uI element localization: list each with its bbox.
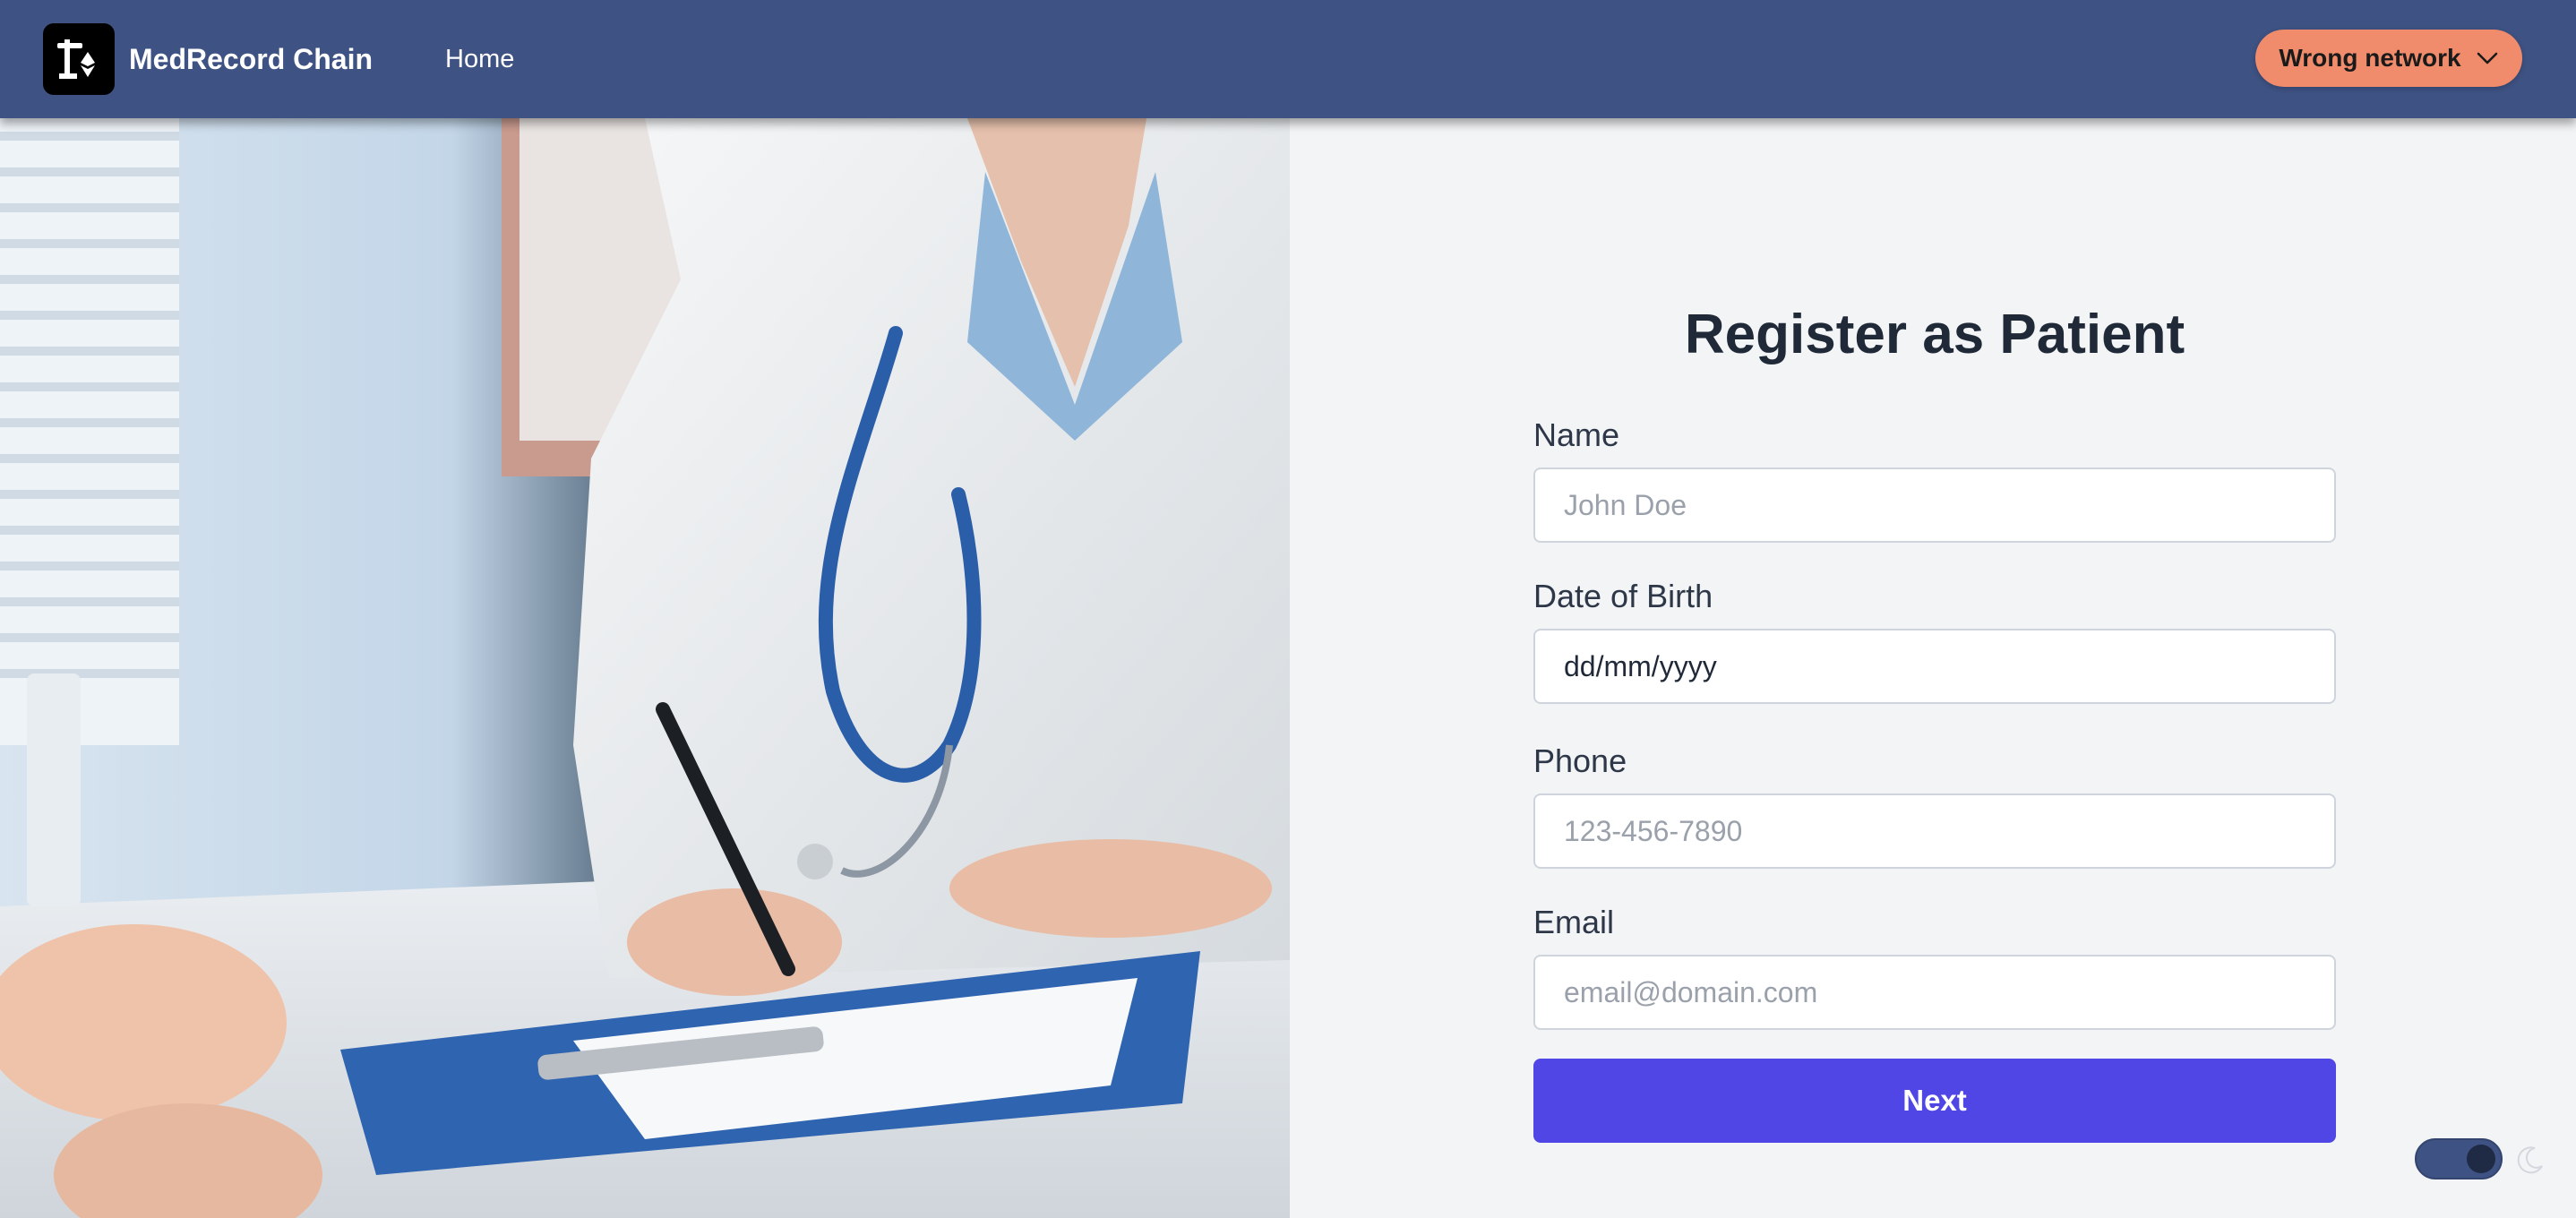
wrong-network-label: Wrong network	[2279, 44, 2461, 72]
next-button[interactable]: Next	[1533, 1059, 2336, 1143]
dob-label: Date of Birth	[1533, 578, 1713, 614]
nav-link-home[interactable]: Home	[445, 39, 514, 79]
email-label: Email	[1533, 904, 1615, 940]
toggle-knob	[2467, 1145, 2495, 1173]
doctor-photo	[0, 118, 1290, 1218]
phone-input[interactable]	[1533, 793, 2336, 869]
moon-icon	[2517, 1146, 2543, 1174]
name-input[interactable]	[1533, 467, 2336, 543]
scale-logo-icon[interactable]	[43, 23, 115, 95]
chevron-down-icon	[2477, 52, 2497, 64]
name-label: Name	[1533, 416, 1620, 453]
page-title: Register as Patient	[1684, 304, 2185, 365]
dob-input[interactable]	[1533, 629, 2336, 704]
navbar: MedRecord Chain Home Wrong network	[0, 0, 2576, 118]
theme-toggle[interactable]	[2415, 1138, 2503, 1179]
phone-label: Phone	[1533, 742, 1627, 779]
brand-name[interactable]: MedRecord Chain	[129, 39, 373, 79]
email-input[interactable]	[1533, 955, 2336, 1030]
wrong-network-button[interactable]: Wrong network	[2255, 30, 2522, 87]
